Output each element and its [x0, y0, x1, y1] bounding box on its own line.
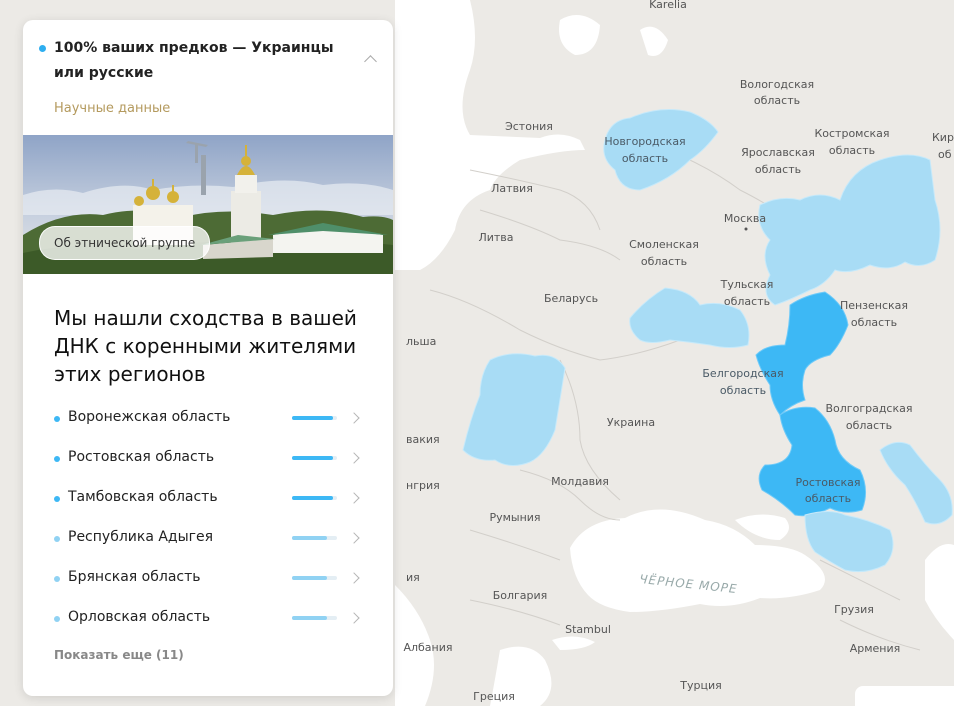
region-name: Брянская область	[68, 569, 201, 585]
similarity-bar	[292, 616, 337, 620]
svg-text:Ярославская: Ярославская	[741, 146, 815, 159]
svg-text:область: область	[829, 144, 875, 157]
svg-text:Тульская: Тульская	[720, 278, 774, 291]
svg-text:нгрия: нгрия	[406, 479, 440, 492]
similarity-bar-fill	[292, 496, 333, 500]
similarity-bar-fill	[292, 576, 328, 580]
similarity-bar-fill	[292, 536, 328, 540]
svg-text:Ростовская: Ростовская	[795, 476, 860, 489]
map-corner-control	[855, 686, 954, 706]
similarity-bar-fill	[292, 416, 333, 420]
region-name: Тамбовская область	[68, 489, 218, 505]
region-dot	[54, 456, 60, 462]
ancestry-title: 100% ваших предков — Украинцы или русски…	[54, 40, 334, 81]
region-list-item[interactable]: Республика Адыгея	[23, 519, 393, 559]
region-dot	[54, 576, 60, 582]
region-dot	[54, 496, 60, 502]
svg-text:Латвия: Латвия	[491, 182, 533, 195]
svg-text:Новгородская: Новгородская	[604, 135, 685, 148]
chevron-right-icon[interactable]	[348, 492, 360, 504]
chevron-up-icon[interactable]	[364, 55, 377, 68]
ancestry-panel: 100% ваших предков — Украинцы или русски…	[23, 20, 393, 696]
svg-text:область: область	[622, 152, 668, 165]
svg-text:Смоленская: Смоленская	[629, 238, 699, 251]
svg-text:ия: ия	[406, 571, 420, 584]
svg-text:Албания: Албания	[403, 641, 452, 654]
region-list-item[interactable]: Воронежская область	[23, 399, 393, 439]
region-list-item[interactable]: Орловская область	[23, 599, 393, 639]
chevron-right-icon[interactable]	[348, 412, 360, 424]
svg-text:Болгария: Болгария	[493, 589, 548, 602]
svg-text:область: область	[846, 419, 892, 432]
region-dot	[54, 416, 60, 422]
svg-text:Румыния: Румыния	[489, 511, 540, 524]
svg-text:Беларусь: Беларусь	[544, 292, 598, 305]
region-list-item[interactable]: Ростовская область	[23, 439, 393, 479]
svg-text:Вологодская: Вологодская	[740, 78, 814, 91]
svg-text:Karelia: Karelia	[649, 0, 687, 11]
svg-text:Греция: Греция	[473, 690, 515, 703]
svg-text:Киро: Киро	[932, 131, 954, 144]
similarity-bar	[292, 456, 337, 460]
chevron-right-icon[interactable]	[348, 612, 360, 624]
region-name: Ростовская область	[68, 449, 215, 465]
svg-text:Волгоградская: Волгоградская	[826, 402, 913, 415]
similarity-bar-fill	[292, 456, 333, 460]
region-name: Республика Адыгея	[68, 529, 214, 545]
svg-text:Пензенская: Пензенская	[840, 299, 908, 312]
svg-text:Эстония: Эстония	[505, 120, 553, 133]
svg-text:Москва: Москва	[724, 212, 766, 225]
svg-text:Stambul: Stambul	[565, 623, 611, 636]
svg-text:Турция: Турция	[679, 679, 721, 692]
svg-text:область: область	[755, 163, 801, 176]
svg-text:Литва: Литва	[478, 231, 513, 244]
show-more-button[interactable]: Показать еще (11)	[54, 648, 184, 662]
similarity-bar-fill	[292, 616, 328, 620]
similarity-bar	[292, 416, 337, 420]
similarity-bar	[292, 496, 337, 500]
svg-text:область: область	[805, 492, 851, 505]
svg-text:льша: льша	[406, 335, 436, 348]
svg-text:Армения: Армения	[850, 642, 901, 655]
region-name: Воронежская область	[68, 409, 231, 425]
dna-headline: Мы нашли сходства в вашей ДНК с коренным…	[54, 306, 357, 386]
chevron-right-icon[interactable]	[348, 452, 360, 464]
svg-text:область: область	[724, 295, 770, 308]
chevron-right-icon[interactable]	[348, 532, 360, 544]
region-name: Орловская область	[68, 609, 211, 625]
svg-text:область: область	[720, 384, 766, 397]
region-dot	[54, 536, 60, 542]
region-dot	[54, 616, 60, 622]
svg-text:Костромская: Костромская	[814, 127, 889, 140]
region-list-item[interactable]: Брянская область	[23, 559, 393, 599]
svg-text:Грузия: Грузия	[834, 603, 874, 616]
title-dot	[39, 45, 46, 52]
similarity-bar	[292, 576, 337, 580]
ethnic-group-chip[interactable]: Об этнической группе	[39, 226, 211, 260]
similarity-bar	[292, 536, 337, 540]
region-list-item[interactable]: Тамбовская область	[23, 479, 393, 519]
svg-text:Украина: Украина	[607, 416, 655, 429]
svg-text:область: область	[754, 94, 800, 107]
svg-text:область: область	[851, 316, 897, 329]
svg-text:вакия: вакия	[406, 433, 440, 446]
moscow-marker	[744, 227, 748, 231]
svg-text:об: об	[938, 148, 952, 161]
svg-text:Молдавия: Молдавия	[551, 475, 609, 488]
svg-text:область: область	[641, 255, 687, 268]
science-label: Научные данные	[54, 101, 171, 116]
chevron-right-icon[interactable]	[348, 572, 360, 584]
svg-text:Белгородская: Белгородская	[702, 367, 783, 380]
